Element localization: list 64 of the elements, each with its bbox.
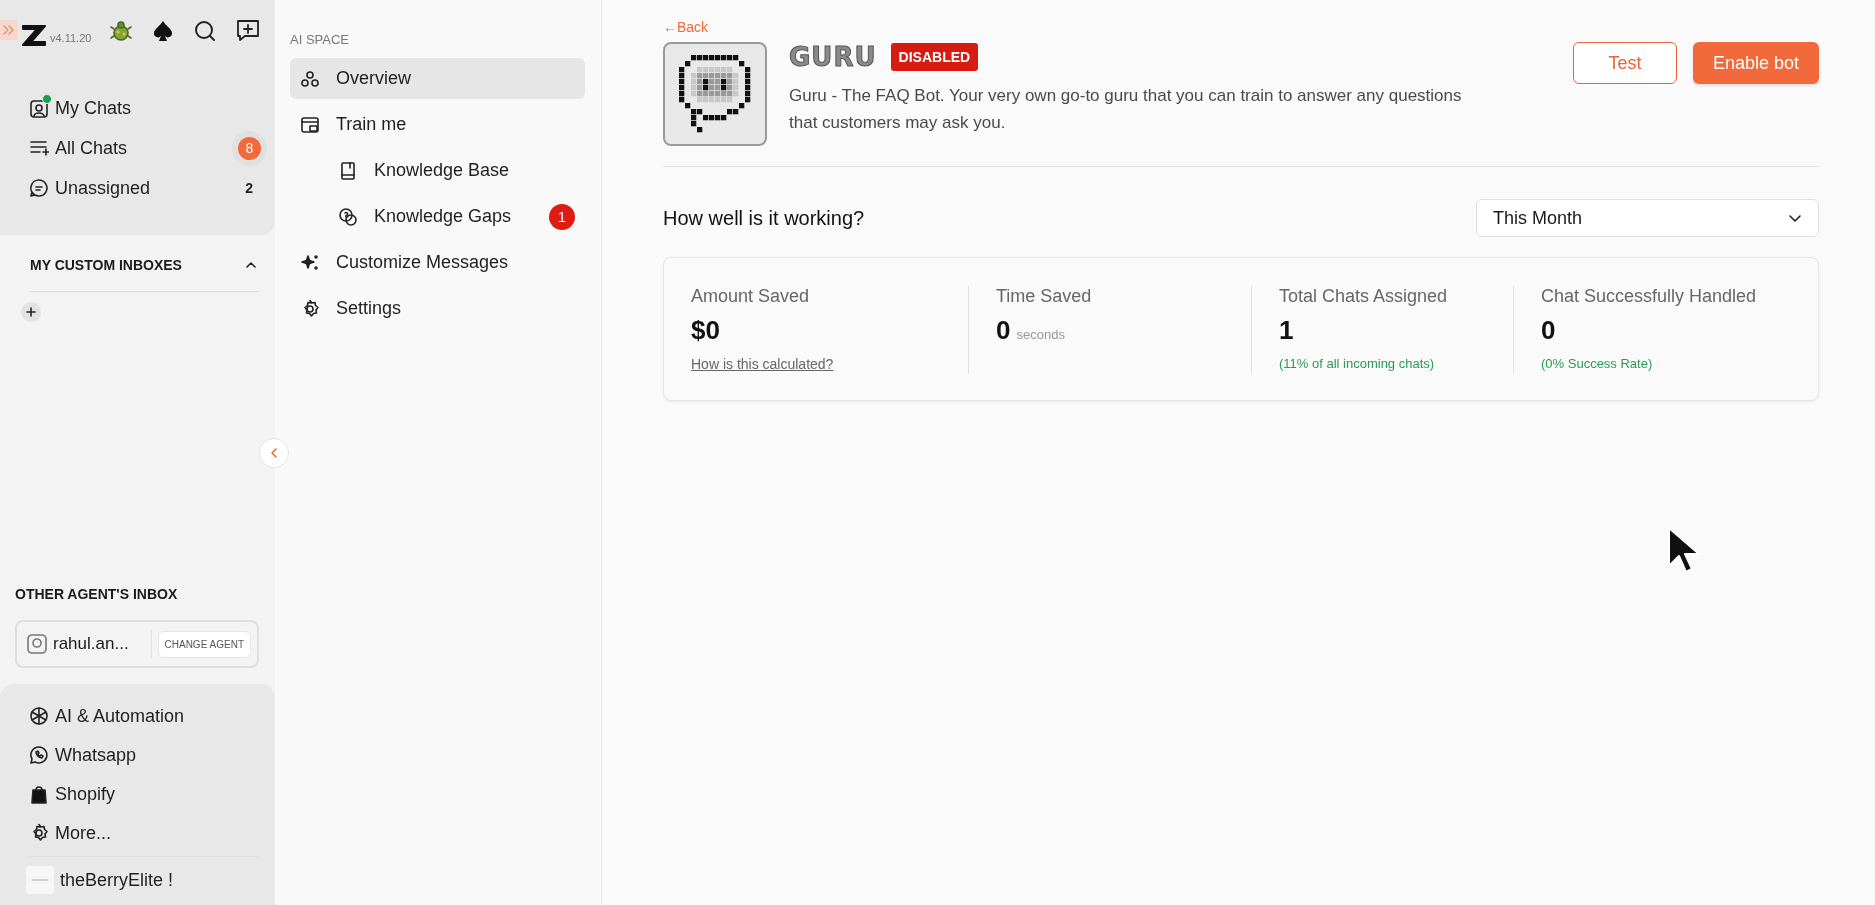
nav-item[interactable]: My Chats (29, 92, 261, 124)
stat-value: 1 (1279, 315, 1294, 346)
list-icon (29, 138, 49, 158)
browser-icon (300, 114, 320, 135)
caret-up-icon (245, 259, 257, 271)
stat-note: (11% of all incoming chats) (1279, 356, 1436, 371)
change-agent-button[interactable]: CHANGE AGENT (157, 630, 251, 658)
chat-icon (29, 178, 49, 198)
stat-value: 0 (1541, 315, 1556, 346)
count-badge: 1 (549, 203, 575, 230)
plus-icon (26, 307, 36, 317)
search-button[interactable] (193, 19, 217, 43)
new-chat-button[interactable] (235, 18, 261, 44)
person-icon (29, 98, 49, 118)
calculation-link[interactable]: How is this calculated? (691, 356, 834, 372)
section-heading: How well is it working? (663, 206, 865, 230)
section-title: OTHER AGENT'S INBOX (15, 586, 179, 602)
section-title: MY CUSTOM INBOXES (30, 257, 182, 273)
period-dropdown[interactable]: This Month (1476, 199, 1819, 237)
whatsapp-icon (29, 745, 49, 765)
sparkle-icon (300, 252, 320, 273)
menu-item[interactable]: Settings (290, 288, 585, 329)
nav-item[interactable]: AI & Automation (29, 700, 261, 732)
agent-name: rahul.an... (53, 634, 129, 654)
nav-item[interactable]: Shopify (29, 778, 261, 810)
section-title: AI SPACE (290, 32, 350, 47)
bot-description: Guru - The FAQ Bot. Your very own go-to guru that you can train to answer any questions that customers may ask you. (789, 85, 1463, 134)
book-icon (338, 160, 358, 181)
avatar-icon (27, 634, 47, 654)
version-label: v4.11.20 (50, 32, 92, 44)
question-chat-icon (338, 206, 358, 227)
stat-value: $0 (691, 315, 720, 346)
workspace-item[interactable]: theBerryElite ! (26, 856, 261, 897)
line-icon (30, 878, 50, 882)
nav-item[interactable]: Unassigned 2 (29, 172, 261, 204)
stat-label: Time Saved (996, 286, 1093, 307)
menu-item[interactable]: Overview (290, 58, 585, 99)
chevron-left-icon (269, 447, 279, 459)
submenu-item[interactable]: Knowledge Gaps 1 (290, 196, 585, 237)
stat-unit: seconds (1016, 327, 1065, 342)
bot-name: GURU (789, 42, 877, 72)
nav-item[interactable]: All Chats 8 (29, 132, 261, 164)
stat-value: 0 (996, 315, 1011, 346)
circles-icon (300, 68, 320, 89)
menu-item[interactable]: Customize Messages (290, 242, 585, 283)
stat-label: Total Chats Assigned (1279, 286, 1449, 307)
stat-label: Amount Saved (691, 286, 811, 307)
stat-label: Chat Successfully Handled (1541, 286, 1758, 307)
bug-icon (109, 19, 133, 43)
search-icon (193, 19, 217, 43)
submenu-item[interactable]: Knowledge Base (290, 150, 585, 191)
logo-icon (20, 22, 48, 48)
stat-note: (0% Success Rate) (1541, 356, 1654, 371)
new-chat-icon (235, 18, 261, 44)
nav-item[interactable]: Whatsapp (29, 739, 261, 771)
count-label: 2 (245, 180, 253, 196)
add-button[interactable] (21, 302, 41, 322)
double-chevron-icon (3, 25, 15, 35)
spade-icon (151, 19, 175, 43)
status-badge: DISABLED (890, 43, 979, 71)
count-badge: 8 (238, 136, 261, 160)
shopping-bag-icon (29, 784, 49, 804)
nav-item[interactable]: More... (29, 817, 261, 849)
menu-item[interactable]: Train me (290, 104, 585, 145)
